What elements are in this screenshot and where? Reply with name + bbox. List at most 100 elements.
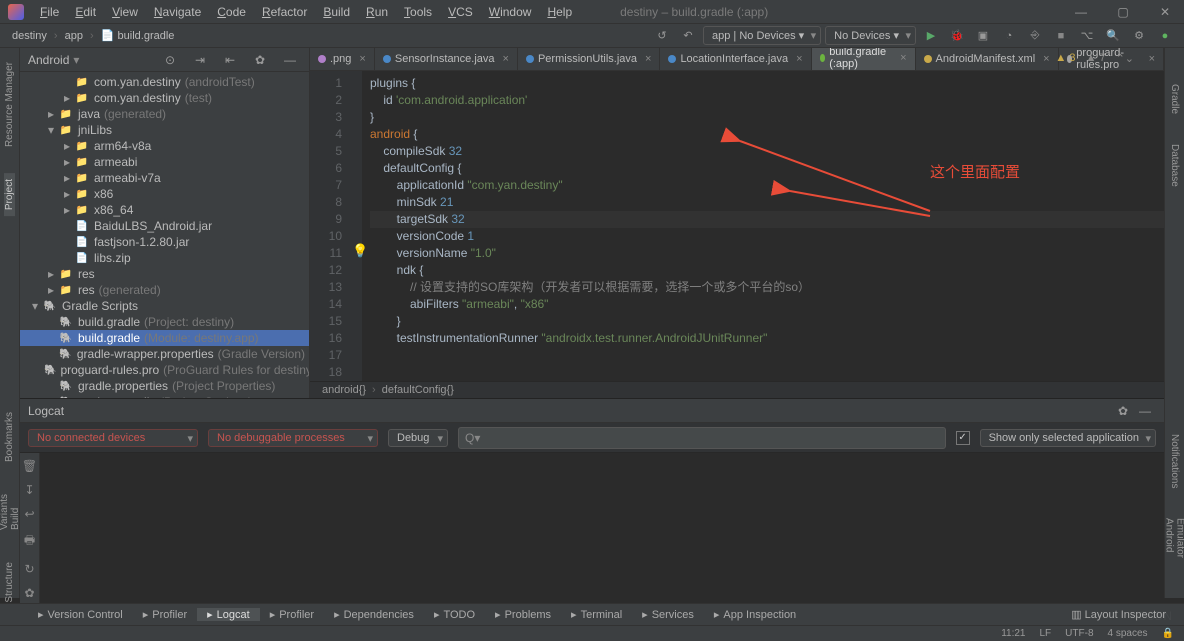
- database-tab[interactable]: Database: [1169, 138, 1180, 193]
- editor-tab[interactable]: LocationInterface.java×: [660, 48, 811, 71]
- menu-file[interactable]: File: [32, 5, 67, 19]
- inspection-widget[interactable]: ▲ 3 ▲ 7 ⌃⌄: [1055, 52, 1134, 65]
- debug-icon[interactable]: 🐞: [946, 25, 968, 47]
- gear-icon[interactable]: ✿: [1112, 400, 1134, 422]
- tool-app-inspection[interactable]: ▸ App Inspection: [704, 608, 806, 621]
- close-tab-icon[interactable]: ×: [645, 53, 651, 65]
- tree-item[interactable]: 🐘gradle.properties(Project Properties): [20, 378, 309, 394]
- tree-item[interactable]: 🐘gradle-wrapper.properties(Gradle Versio…: [20, 346, 309, 362]
- code-content[interactable]: plugins { id 'com.android.application'}a…: [362, 71, 1164, 381]
- tree-item[interactable]: 🐘build.gradle(Project: destiny): [20, 314, 309, 330]
- minimize-icon[interactable]: —: [1070, 1, 1092, 23]
- menu-run[interactable]: Run: [358, 5, 396, 19]
- run-icon[interactable]: ▶: [920, 25, 942, 47]
- editor-tab[interactable]: build.gradle (:app)×: [812, 48, 916, 71]
- tree-item[interactable]: 📁com.yan.destiny(androidTest): [20, 74, 309, 90]
- log-level-dropdown[interactable]: Debug: [388, 429, 448, 447]
- editor-tab[interactable]: .png×: [310, 48, 375, 71]
- profile-icon[interactable]: ◔: [998, 25, 1020, 47]
- menu-build[interactable]: Build: [315, 5, 358, 19]
- project-tab[interactable]: Project: [4, 173, 15, 216]
- menu-help[interactable]: Help: [539, 5, 580, 19]
- tree-item[interactable]: 🐘settings.gradle(Project Settings): [20, 394, 309, 398]
- tool-profiler[interactable]: ▸ Profiler: [133, 608, 197, 621]
- menu-edit[interactable]: Edit: [67, 5, 104, 19]
- sync-icon[interactable]: ↺: [651, 25, 673, 47]
- tree-item[interactable]: 🐘proguard-rules.pro(ProGuard Rules for d…: [20, 362, 309, 378]
- close-icon[interactable]: ✕: [1154, 1, 1176, 23]
- device-dropdown[interactable]: No Devices ▾: [825, 26, 916, 45]
- tool-profiler[interactable]: ▸ Profiler: [260, 608, 324, 621]
- tree-item[interactable]: ▸📁arm64-v8a: [20, 138, 309, 154]
- collapse-all-icon[interactable]: ⇤: [219, 49, 241, 71]
- tree-item[interactable]: ▸📁armeabi: [20, 154, 309, 170]
- cursor-position[interactable]: 11:21: [1001, 628, 1025, 639]
- settings-icon[interactable]: ✿: [24, 586, 34, 600]
- tree-item[interactable]: ▾🐘Gradle Scripts: [20, 298, 309, 314]
- filter-dropdown[interactable]: Show only selected application: [980, 429, 1156, 447]
- tree-item[interactable]: 📄BaiduLBS_Android.jar: [20, 218, 309, 234]
- run-config-dropdown[interactable]: app | No Devices ▾: [703, 26, 821, 45]
- crumb-android[interactable]: android{}: [322, 384, 366, 396]
- expand-all-icon[interactable]: ⇥: [189, 49, 211, 71]
- tool-dependencies[interactable]: ▸ Dependencies: [324, 608, 424, 621]
- tree-item[interactable]: ▸📁x86_64: [20, 202, 309, 218]
- tool-problems[interactable]: ▸ Problems: [485, 608, 561, 621]
- editor-tab[interactable]: AndroidManifest.xml×: [916, 48, 1059, 71]
- device-dropdown[interactable]: No connected devices: [28, 429, 198, 447]
- coverage-icon[interactable]: ▣: [972, 25, 994, 47]
- fold-gutter[interactable]: [350, 71, 362, 381]
- layout-inspector-button[interactable]: ▥ Layout Inspector: [1061, 608, 1176, 621]
- file-encoding[interactable]: UTF-8: [1065, 628, 1093, 639]
- close-tab-icon[interactable]: ×: [1043, 53, 1049, 65]
- close-tab-icon[interactable]: ×: [503, 53, 509, 65]
- notifications-tab[interactable]: Notifications: [1169, 428, 1180, 494]
- structure-tab[interactable]: Structure: [4, 556, 15, 609]
- attach-icon[interactable]: ⎆: [1024, 25, 1046, 47]
- tree-item[interactable]: ▸📁res: [20, 266, 309, 282]
- tree-item[interactable]: ▸📁x86: [20, 186, 309, 202]
- maximize-icon[interactable]: ▢: [1112, 1, 1134, 23]
- close-tab-icon[interactable]: ×: [359, 53, 365, 65]
- minimize-icon[interactable]: —: [1134, 400, 1156, 422]
- menu-view[interactable]: View: [104, 5, 146, 19]
- settings-icon[interactable]: ⚙: [1128, 25, 1150, 47]
- tool-logcat[interactable]: ▸ Logcat: [197, 608, 260, 621]
- process-dropdown[interactable]: No debuggable processes: [208, 429, 378, 447]
- resource-manager-tab[interactable]: Resource Manager: [4, 56, 15, 153]
- hide-icon[interactable]: —: [279, 49, 301, 71]
- logcat-search-input[interactable]: Q▾: [458, 427, 946, 449]
- back-icon[interactable]: ↶: [677, 25, 699, 47]
- crumb-app[interactable]: app: [61, 30, 87, 42]
- crumb-build.gradle[interactable]: 📄 build.gradle: [97, 30, 179, 42]
- restart-icon[interactable]: ↻: [24, 562, 34, 576]
- tree-item[interactable]: 🐘build.gradle(Module: destiny.app): [20, 330, 309, 346]
- tree-item[interactable]: 📄fastjson-1.2.80.jar: [20, 234, 309, 250]
- tree-item[interactable]: ▸📁java(generated): [20, 106, 309, 122]
- close-tab-icon[interactable]: ×: [796, 53, 802, 65]
- tool-version-control[interactable]: ▸ Version Control: [28, 608, 133, 621]
- line-separator[interactable]: LF: [1040, 628, 1052, 639]
- select-opened-icon[interactable]: ⊙: [159, 49, 181, 71]
- search-icon[interactable]: 🔍: [1102, 25, 1124, 47]
- android-view-dropdown[interactable]: Android: [28, 53, 69, 67]
- gradle-tab[interactable]: Gradle: [1169, 78, 1180, 120]
- soft-wrap-icon[interactable]: ↩: [24, 507, 34, 521]
- tree-item[interactable]: ▾📁jniLibs: [20, 122, 309, 138]
- code-editor[interactable]: 123456789101112131415161718 plugins { id…: [310, 71, 1164, 381]
- bookmarks-tab[interactable]: Bookmarks: [4, 406, 15, 468]
- tool-todo[interactable]: ▸ TODO: [424, 608, 485, 621]
- build-variants-tab[interactable]: Build Variants: [0, 488, 21, 536]
- menu-tools[interactable]: Tools: [396, 5, 440, 19]
- scroll-end-icon[interactable]: ↧: [24, 483, 34, 497]
- tree-item[interactable]: ▸📁armeabi-v7a: [20, 170, 309, 186]
- indent-setting[interactable]: 4 spaces: [1108, 628, 1148, 639]
- editor-breadcrumbs[interactable]: android{} › defaultConfig{}: [310, 381, 1164, 398]
- menu-window[interactable]: Window: [481, 5, 540, 19]
- close-tab-icon[interactable]: ×: [900, 52, 906, 64]
- trash-icon[interactable]: 🗑: [22, 459, 37, 473]
- menu-vcs[interactable]: VCS: [440, 5, 481, 19]
- crumb-default-config[interactable]: defaultConfig{}: [382, 384, 454, 396]
- logcat-output[interactable]: [40, 453, 1164, 608]
- tree-item[interactable]: 📄libs.zip: [20, 250, 309, 266]
